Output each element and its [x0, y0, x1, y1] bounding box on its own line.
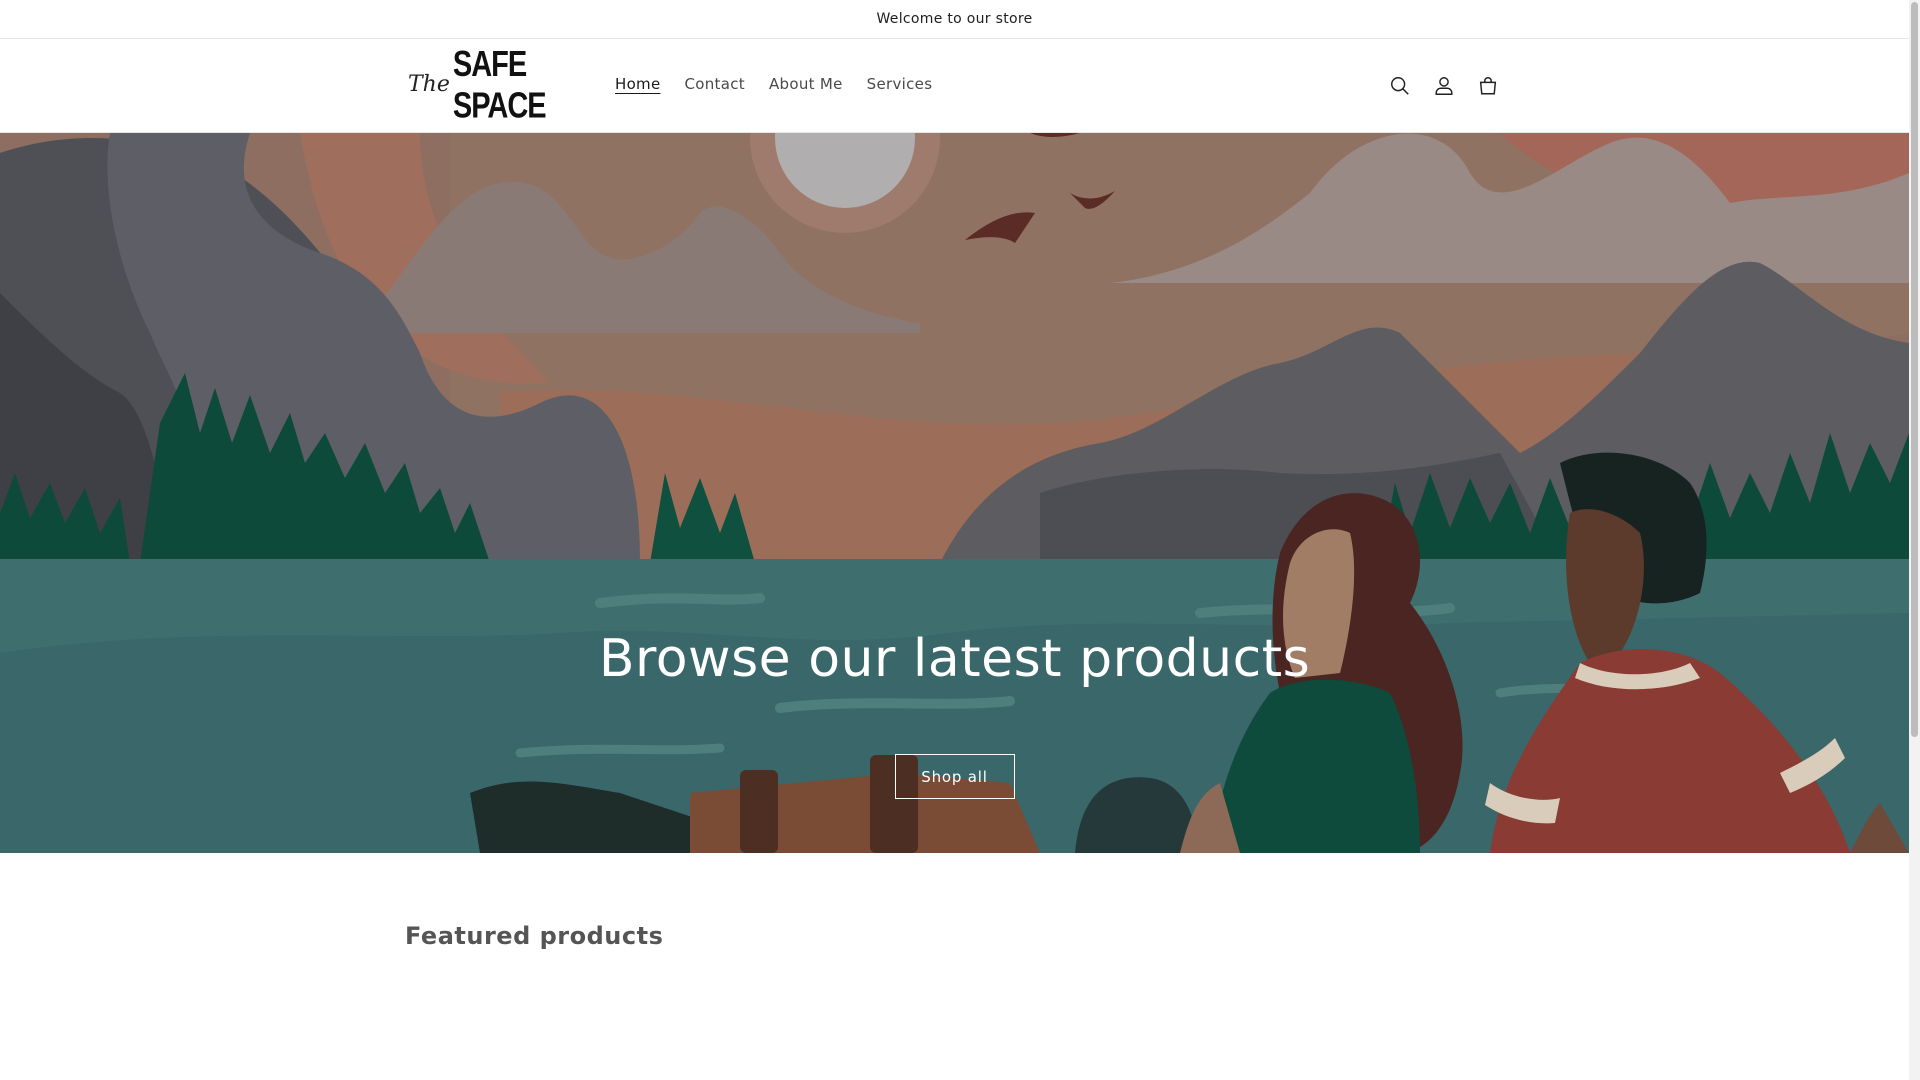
scrollbar-thumb[interactable]	[1911, 2, 1918, 737]
hero-title: Browse our latest products	[598, 629, 1311, 689]
cart-icon	[1479, 77, 1497, 95]
logo-prefix: The	[408, 71, 450, 97]
account-icon	[1435, 77, 1453, 95]
account-button[interactable]	[1422, 64, 1466, 108]
search-button[interactable]	[1378, 64, 1422, 108]
main-nav: Home Contact About Me Services	[603, 69, 944, 99]
nav-contact[interactable]: Contact	[673, 69, 757, 99]
hero-content: Browse our latest products Shop all	[0, 133, 1909, 853]
header-icons	[1378, 64, 1510, 108]
search-icon	[1391, 77, 1409, 95]
store-logo[interactable]: The SAFE SPACE	[408, 45, 568, 126]
announcement-text: Welcome to our store	[876, 11, 1033, 27]
nav-services[interactable]: Services	[855, 69, 945, 99]
cart-button[interactable]	[1466, 64, 1510, 108]
announcement-bar: Welcome to our store	[0, 0, 1909, 39]
logo-name: SAFE SPACE	[452, 44, 547, 126]
site-header: The SAFE SPACE Home Contact About Me Ser…	[0, 39, 1909, 133]
featured-products-heading: Featured products	[405, 921, 664, 950]
page: Welcome to our store The SAFE SPACE Home…	[0, 0, 1909, 1080]
nav-home[interactable]: Home	[603, 69, 673, 99]
nav-about-me[interactable]: About Me	[757, 69, 855, 99]
hero-banner: Browse our latest products Shop all	[0, 133, 1909, 853]
page-scrollbar[interactable]	[1909, 0, 1920, 1080]
shop-all-button[interactable]: Shop all	[894, 754, 1015, 800]
